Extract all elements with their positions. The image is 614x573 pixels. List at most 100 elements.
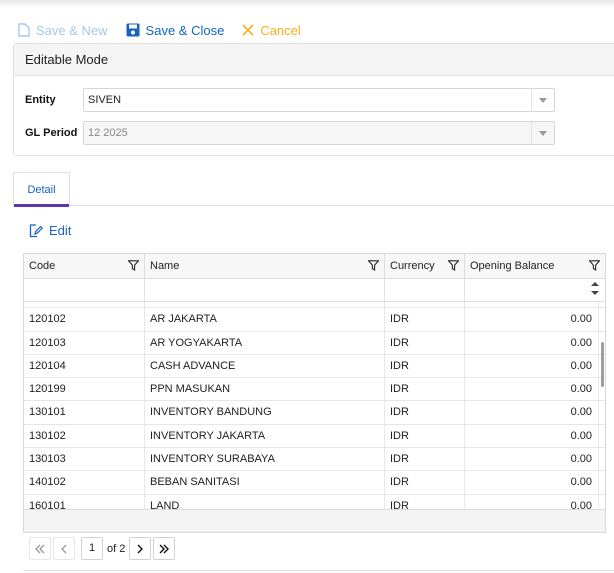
active-tab-indicator <box>14 204 69 207</box>
cell-balance[interactable]: 0.00 <box>465 308 599 331</box>
filter-row <box>24 279 605 302</box>
opening-balance-filter-input[interactable] <box>465 279 605 301</box>
cell-currency[interactable]: IDR <box>385 331 465 354</box>
currency-filter-input[interactable] <box>385 279 465 301</box>
panel-title: Editable Mode <box>14 44 614 76</box>
filter-icon[interactable] <box>368 260 379 271</box>
column-header-opening-balance[interactable]: Opening Balance <box>465 254 605 278</box>
table-row[interactable]: 120101AR BANDUNGIDR0.00 <box>24 300 605 309</box>
cell-name[interactable]: BEBAN SANITASI <box>145 471 385 494</box>
gl-period-select[interactable]: 12 2025 <box>83 121 555 145</box>
cell-code[interactable]: 160101 <box>24 494 145 509</box>
save-new-label: Save & New <box>36 22 108 38</box>
cell-code[interactable]: 130101 <box>24 401 145 424</box>
cell-currency[interactable]: IDR <box>385 308 465 331</box>
cell-currency[interactable]: IDR <box>385 494 465 509</box>
cell-code[interactable]: 120104 <box>24 354 145 378</box>
cell-name[interactable]: INVENTORY SURABAYA <box>145 448 385 471</box>
table-row[interactable]: 120102 AR JAKARTA IDR 0.00 <box>24 308 605 332</box>
cell-currency[interactable]: IDR <box>385 424 465 448</box>
cancel-button[interactable]: Cancel <box>242 22 301 38</box>
cell-balance[interactable]: 0.00 <box>465 471 599 494</box>
cell-code[interactable]: 120199 <box>24 378 145 401</box>
cell-balance[interactable]: 0.00 <box>465 378 599 401</box>
cell-name[interactable]: INVENTORY BANDUNG <box>145 401 385 424</box>
cell-currency[interactable]: IDR <box>385 378 465 401</box>
tab-detail[interactable]: Detail <box>13 172 70 207</box>
last-page-button[interactable] <box>153 537 176 560</box>
tab-bar: Detail <box>13 172 614 207</box>
tab-detail-label: Detail <box>27 184 56 196</box>
cell-code[interactable]: 120103 <box>24 331 145 354</box>
name-filter-input[interactable] <box>145 279 385 301</box>
cell-name[interactable]: AR YOGYAKARTA <box>145 331 385 354</box>
cell-code[interactable]: 120102 <box>24 308 145 331</box>
spinner-up-icon[interactable] <box>591 282 599 286</box>
grid-header: Code Name Currency Opening Balance <box>24 254 605 279</box>
table-row[interactable]: 140102 BEBAN SANITASI IDR 0.00 <box>24 471 605 495</box>
filter-icon[interactable] <box>128 260 139 271</box>
cell-name[interactable]: LAND <box>145 494 385 509</box>
first-page-button[interactable] <box>29 537 51 560</box>
cell-code[interactable]: 130103 <box>24 448 145 471</box>
spinner-down-icon[interactable] <box>591 291 599 295</box>
number-spinner[interactable] <box>591 282 599 295</box>
scrollbar-thumb[interactable] <box>601 342 604 387</box>
previous-page-button[interactable] <box>53 537 75 560</box>
cell-name[interactable]: INVENTORY JAKARTA <box>145 424 385 448</box>
column-header-currency[interactable]: Currency <box>385 254 465 278</box>
page-number-input[interactable]: 1 <box>81 537 103 560</box>
save-icon <box>126 23 140 37</box>
save-close-label: Save & Close <box>145 22 225 38</box>
vertical-scrollbar[interactable] <box>599 300 605 509</box>
entity-dropdown-button[interactable] <box>531 89 554 111</box>
cell-currency[interactable]: IDR <box>385 300 465 308</box>
cell-balance[interactable]: 0.00 <box>465 354 599 378</box>
chevron-right-icon <box>137 544 144 553</box>
table-row[interactable]: 120104 CASH ADVANCE IDR 0.00 <box>24 354 605 379</box>
cell-name[interactable]: PPN MASUKAN <box>145 378 385 401</box>
cell-balance[interactable]: 0.00 <box>465 494 599 509</box>
cell-currency[interactable]: IDR <box>385 401 465 424</box>
edit-button[interactable]: Edit <box>29 223 71 238</box>
save-new-button[interactable]: Save & New <box>18 23 108 38</box>
table-row[interactable]: 130102 INVENTORY JAKARTA IDR 0.00 <box>24 424 605 449</box>
table-row[interactable]: 120199 PPN MASUKAN IDR 0.00 <box>24 378 605 402</box>
page-count-text: of 2 <box>107 542 126 555</box>
filter-icon[interactable] <box>589 260 600 271</box>
table-row[interactable]: 130101 INVENTORY BANDUNG IDR 0.00 <box>24 401 605 425</box>
column-header-code[interactable]: Code <box>24 254 145 278</box>
cell-balance[interactable]: 0.00 <box>465 300 599 308</box>
column-name-label: Name <box>150 260 180 272</box>
cell-code[interactable]: 130102 <box>24 424 145 448</box>
cell-name[interactable]: CASH ADVANCE <box>145 354 385 378</box>
cell-balance[interactable]: 0.00 <box>465 401 599 424</box>
top-shadow <box>0 0 614 8</box>
gl-period-label: GL Period <box>25 127 78 139</box>
cell-code[interactable]: 120101 <box>24 300 145 308</box>
cell-name[interactable]: AR BANDUNG <box>145 300 385 308</box>
column-header-name[interactable]: Name <box>145 254 385 278</box>
table-row[interactable]: 160101 LAND IDR 0.00 <box>24 494 605 509</box>
cell-name[interactable]: AR JAKARTA <box>145 308 385 331</box>
cancel-label: Cancel <box>260 22 301 38</box>
chevron-down-icon <box>539 97 547 103</box>
cell-code[interactable]: 140102 <box>24 471 145 494</box>
cell-balance[interactable]: 0.00 <box>465 331 599 354</box>
cell-balance[interactable]: 0.00 <box>465 424 599 448</box>
cell-balance[interactable]: 0.00 <box>465 448 599 471</box>
entity-row: Entity SIVEN <box>25 88 555 112</box>
cell-currency[interactable]: IDR <box>385 448 465 471</box>
filter-icon[interactable] <box>448 260 459 271</box>
cell-currency[interactable]: IDR <box>385 471 465 494</box>
double-chevron-left-icon <box>35 544 45 553</box>
code-filter-input[interactable] <box>24 279 145 301</box>
entity-select[interactable]: SIVEN <box>83 88 555 112</box>
gl-period-dropdown-button[interactable] <box>531 122 554 144</box>
cell-currency[interactable]: IDR <box>385 354 465 378</box>
table-row[interactable]: 130103 INVENTORY SURABAYA IDR 0.00 <box>24 448 605 472</box>
save-close-button[interactable]: Save & Close <box>126 22 225 38</box>
next-page-button[interactable] <box>129 537 152 560</box>
table-row[interactable]: 120103 AR YOGYAKARTA IDR 0.00 <box>24 331 605 355</box>
toolbar: Save & New Save & Close Cancel <box>18 20 319 40</box>
